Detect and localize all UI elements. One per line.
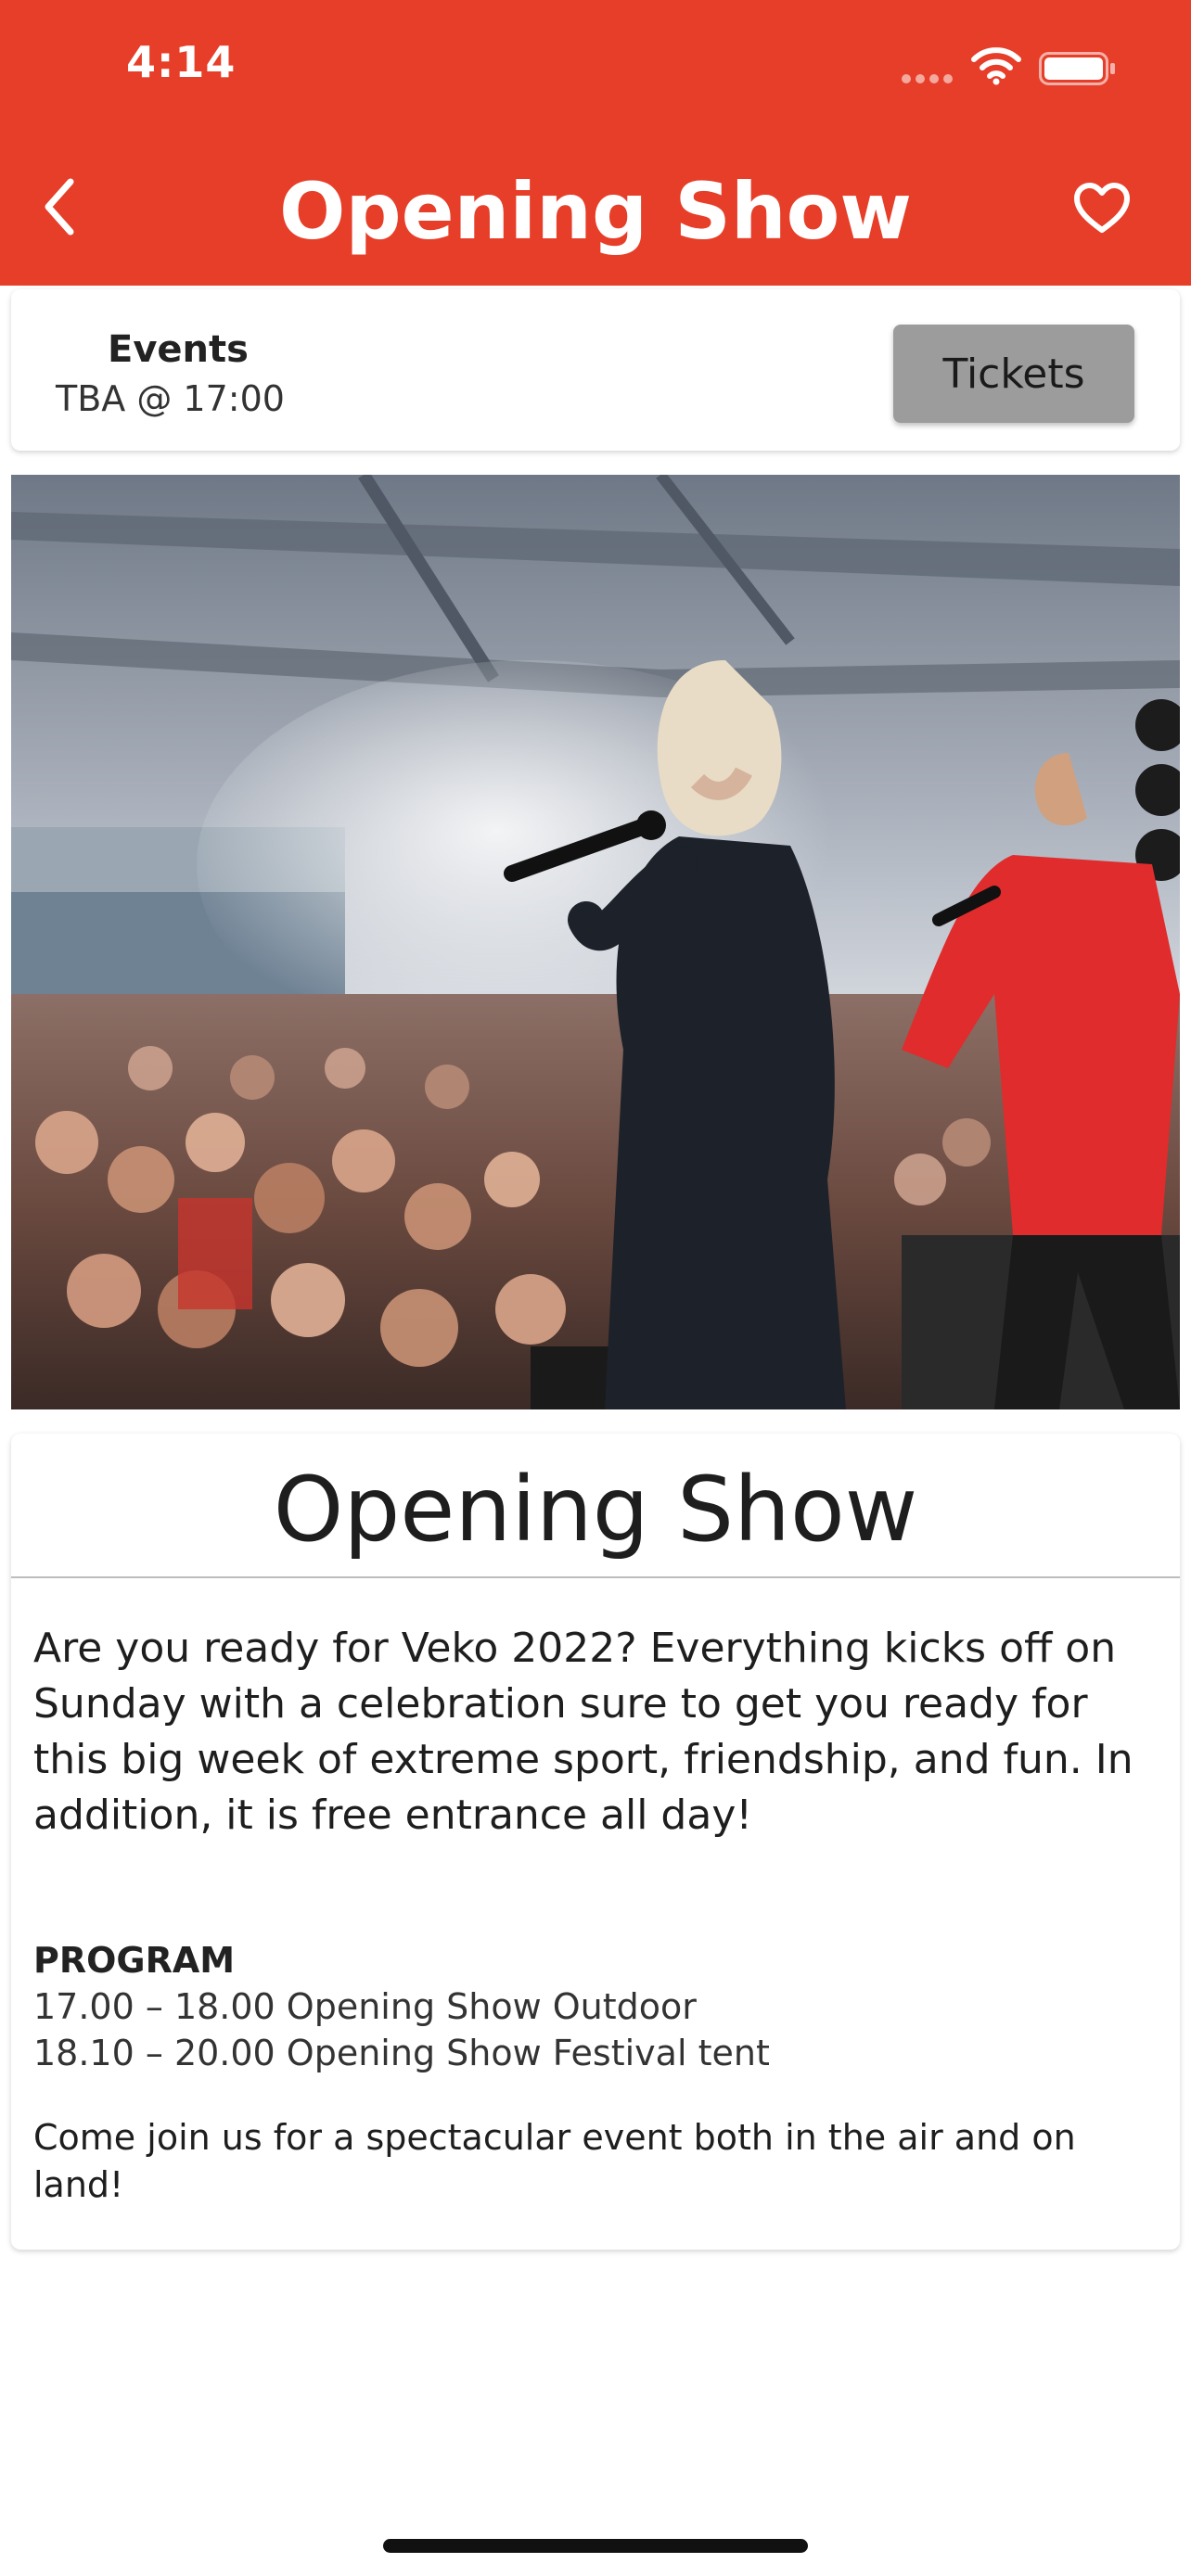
- program-item: 17.00 – 18.00 Opening Show Outdoor: [33, 1986, 697, 2027]
- closing-text: Come join us for a spectacular event bot…: [33, 2117, 1076, 2205]
- event-photo: [11, 475, 1180, 1409]
- divider: [11, 1576, 1180, 1578]
- navigation-header: 4:14 Opening Show: [0, 0, 1191, 286]
- heart-outline-icon[interactable]: [1072, 182, 1132, 236]
- event-time: TBA @ 17:00: [56, 378, 285, 419]
- event-details-card: Opening Show Are you ready for Veko 2022…: [11, 1434, 1180, 2250]
- concert-scene-illustration: [11, 475, 1180, 1409]
- cellular-signal-icon: [902, 74, 954, 83]
- tickets-button[interactable]: Tickets: [893, 325, 1134, 423]
- page-title: Opening Show: [279, 166, 912, 257]
- program-heading: PROGRAM: [33, 1940, 236, 1981]
- wifi-icon: [971, 47, 1021, 85]
- event-category: Events: [108, 328, 249, 371]
- home-indicator[interactable]: [383, 2539, 808, 2553]
- event-info-card: Events TBA @ 17:00 Tickets: [11, 289, 1180, 451]
- chevron-left-icon[interactable]: [41, 178, 78, 236]
- event-title: Opening Show: [273, 1458, 918, 1562]
- event-description: Are you ready for Veko 2022? Everything …: [33, 1625, 1133, 1839]
- status-time: 4:14: [126, 37, 237, 87]
- program-item: 18.10 – 20.00 Opening Show Festival tent: [33, 2033, 770, 2073]
- battery-icon: [1039, 52, 1115, 85]
